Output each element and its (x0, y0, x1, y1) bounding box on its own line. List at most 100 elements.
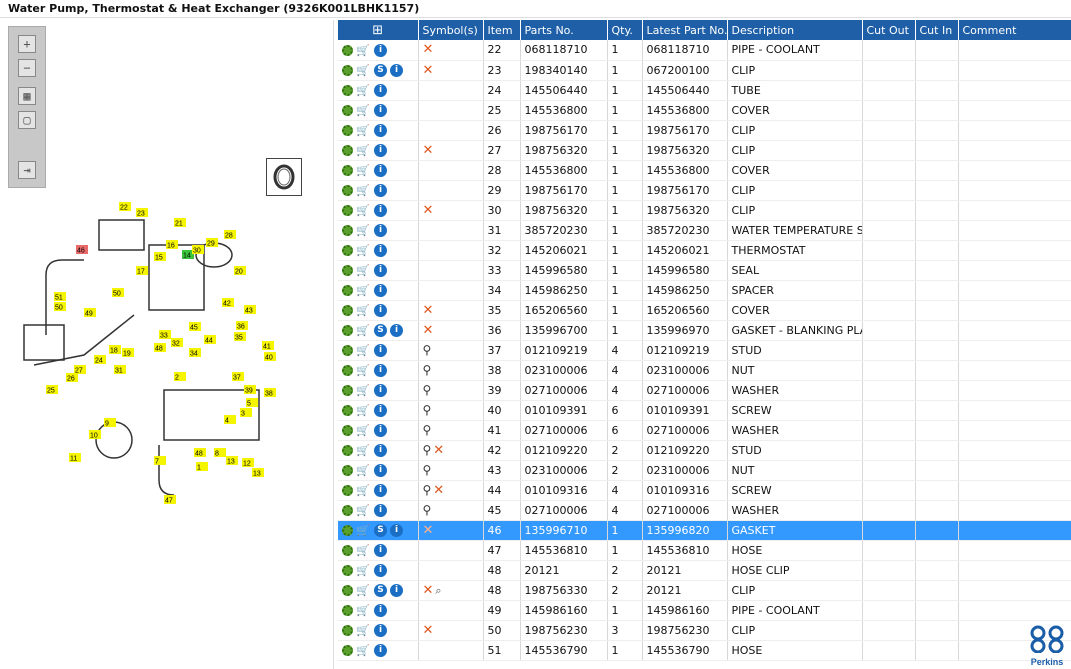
info-icon[interactable]: i (374, 303, 387, 317)
supersession-icon[interactable]: S (374, 523, 387, 537)
table-row[interactable]: 🛒 i 32 145206021 1 145206021 THERMOSTAT (338, 240, 1071, 261)
gear-icon[interactable] (342, 364, 353, 376)
gear-icon[interactable] (342, 604, 353, 616)
gear-icon[interactable] (342, 344, 353, 356)
table-row[interactable]: 🛒 i 48 20121 2 20121 HOSE CLIP (338, 560, 1071, 581)
cart-icon[interactable]: 🛒 (356, 465, 371, 476)
callout-label[interactable]: 10 (89, 430, 101, 440)
info-icon[interactable]: i (374, 383, 387, 397)
info-icon[interactable]: i (390, 523, 403, 537)
callout-label[interactable]: 48 (154, 343, 166, 353)
cart-icon[interactable]: 🛒 (356, 345, 371, 356)
cart-icon[interactable]: 🛒 (356, 445, 371, 456)
info-icon[interactable]: i (374, 403, 387, 417)
table-row[interactable]: 🛒 i 51 145536790 1 145536790 HOSE (338, 640, 1071, 661)
gear-icon[interactable] (342, 324, 353, 336)
callout-label[interactable]: 22 (119, 202, 131, 212)
cart-icon[interactable]: 🛒 (356, 325, 371, 336)
callout-label[interactable]: 19 (122, 348, 134, 358)
zoom-out-button[interactable]: − (18, 59, 36, 77)
cart-icon[interactable]: 🛒 (356, 105, 371, 116)
column-chooser-icon[interactable]: ⊞ (342, 23, 414, 38)
table-row[interactable]: 🛒 i ⚲ ✕ 44 010109316 4 010109316 SCREW (338, 480, 1071, 501)
callout-label[interactable]: 3 (240, 408, 252, 418)
gear-icon[interactable] (342, 544, 353, 556)
callout-label[interactable]: 46 (76, 245, 88, 255)
info-icon[interactable]: i (374, 143, 387, 157)
callout-label[interactable]: 47 (164, 495, 176, 505)
table-row[interactable]: 🛒 i ⚲ 38 023100006 4 023100006 NUT (338, 360, 1071, 381)
table-row[interactable]: 🛒 i 24 145506440 1 145506440 TUBE (338, 80, 1071, 101)
table-row[interactable]: 🛒 i 29 198756170 1 198756170 CLIP (338, 180, 1071, 201)
table-row[interactable]: 🛒 i 33 145996580 1 145996580 SEAL (338, 260, 1071, 281)
cart-icon[interactable]: 🛒 (356, 165, 371, 176)
cart-icon[interactable]: 🛒 (356, 145, 371, 156)
table-row[interactable]: 🛒 i ⚲ 43 023100006 2 023100006 NUT (338, 460, 1071, 481)
info-icon[interactable]: i (374, 203, 387, 217)
callout-label[interactable]: 33 (159, 330, 171, 340)
info-icon[interactable]: i (374, 343, 387, 357)
info-icon[interactable]: i (390, 323, 403, 337)
info-icon[interactable]: i (374, 543, 387, 557)
cart-icon[interactable]: 🛒 (356, 605, 371, 616)
callout-label[interactable]: 11 (69, 453, 81, 463)
cart-icon[interactable]: 🛒 (356, 125, 371, 136)
gear-icon[interactable] (342, 44, 353, 56)
cart-icon[interactable]: 🛒 (356, 385, 371, 396)
table-row[interactable]: 🛒 i ✕ 35 165206560 1 165206560 COVER (338, 300, 1071, 321)
table-row[interactable]: 🛒 i ✕ 30 198756320 1 198756320 CLIP (338, 200, 1071, 221)
table-row[interactable]: 🛒 i ⚲ 41 027100006 6 027100006 WASHER (338, 420, 1071, 441)
gear-icon[interactable] (342, 184, 353, 196)
callout-label[interactable]: 50 (54, 302, 66, 312)
cart-icon[interactable]: 🛒 (356, 565, 371, 576)
info-icon[interactable]: i (374, 503, 387, 517)
callout-label[interactable]: 8 (214, 448, 226, 458)
column-header-symbol-s[interactable]: Symbol(s) (418, 20, 484, 40)
gear-icon[interactable] (342, 404, 353, 416)
info-icon[interactable]: i (374, 183, 387, 197)
cart-icon[interactable]: 🛒 (356, 525, 371, 536)
gear-icon[interactable] (342, 564, 353, 576)
cart-icon[interactable]: 🛒 (356, 365, 371, 376)
callout-label[interactable]: 23 (136, 208, 148, 218)
cart-icon[interactable]: 🛒 (356, 405, 371, 416)
column-header-description[interactable]: Description (727, 20, 863, 40)
gear-icon[interactable] (342, 264, 353, 276)
callout-label[interactable]: 29 (206, 238, 218, 248)
table-row[interactable]: 🛒 i 31 385720230 1 385720230 WATER TEMPERATURE… (338, 220, 1071, 241)
table-row[interactable]: 🛒 Si ✕ 23 198340140 1 067200100 CLIP (338, 60, 1071, 81)
callout-label[interactable]: 41 (262, 341, 274, 351)
cart-icon[interactable]: 🛒 (356, 285, 371, 296)
callout-label[interactable]: 28 (224, 230, 236, 240)
table-row[interactable]: 🛒 i 26 198756170 1 198756170 CLIP (338, 120, 1071, 141)
callout-label[interactable]: 5 (246, 398, 258, 408)
table-row[interactable]: 🛒 Si ✕ ⌕ 48 198756330 2 20121 CLIP (338, 580, 1071, 601)
table-row[interactable]: 🛒 i 25 145536800 1 145536800 COVER (338, 100, 1071, 121)
callout-label[interactable]: 43 (244, 305, 256, 315)
table-row[interactable]: 🛒 i ✕ 22 068118710 1 068118710 PIPE - COOLANT (338, 40, 1071, 61)
gear-icon[interactable] (342, 624, 353, 636)
table-row[interactable]: 🛒 i ✕ 27 198756320 1 198756320 CLIP (338, 140, 1071, 161)
callout-label[interactable]: 1 (196, 462, 208, 472)
callout-label[interactable]: 36 (236, 321, 248, 331)
cart-icon[interactable]: 🛒 (356, 485, 371, 496)
column-header-item[interactable]: Item (483, 20, 521, 40)
info-icon[interactable]: i (374, 603, 387, 617)
column-header-cut-out[interactable]: Cut Out (862, 20, 916, 40)
supersession-icon[interactable]: S (374, 323, 387, 337)
callout-label[interactable]: 31 (114, 365, 126, 375)
cart-icon[interactable]: 🛒 (356, 85, 371, 96)
cart-icon[interactable]: 🛒 (356, 625, 371, 636)
cart-icon[interactable]: 🛒 (356, 645, 371, 656)
callout-label[interactable]: 37 (232, 372, 244, 382)
callout-label[interactable]: 44 (204, 335, 216, 345)
callout-label[interactable]: 16 (166, 240, 178, 250)
cart-icon[interactable]: 🛒 (356, 205, 371, 216)
info-icon[interactable]: i (374, 623, 387, 637)
callout-label[interactable]: 17 (136, 266, 148, 276)
callout-label[interactable]: 50 (112, 288, 124, 298)
column-header-parts-no[interactable]: Parts No. (520, 20, 608, 40)
info-icon[interactable]: i (374, 483, 387, 497)
callout-label[interactable]: 45 (189, 322, 201, 332)
column-header-tools[interactable]: ⊞ (338, 20, 419, 40)
